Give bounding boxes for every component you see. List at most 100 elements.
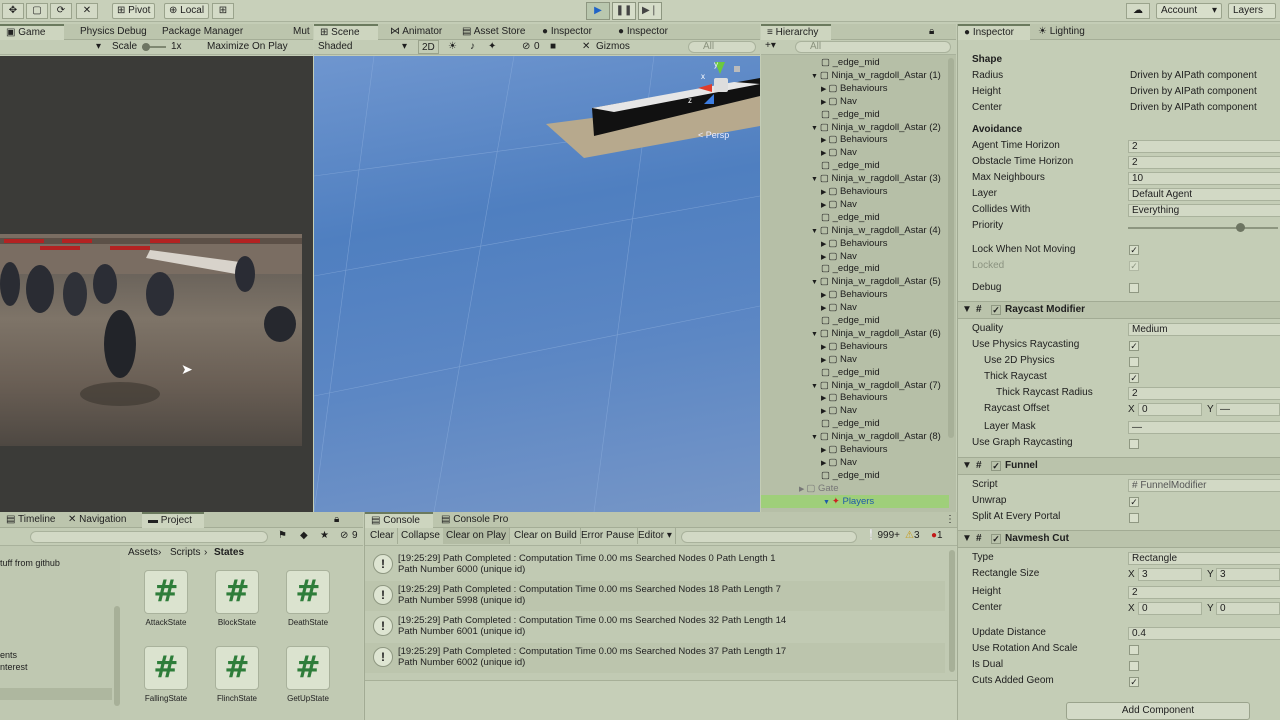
navmesh-height-field[interactable]: 2 bbox=[1128, 586, 1280, 599]
obstacle-time-field[interactable]: 2 bbox=[1128, 156, 1280, 169]
asset-item[interactable]: # BlockState bbox=[207, 570, 267, 627]
tab-scene[interactable]: ⊞ Scene bbox=[314, 24, 378, 40]
console-scrollbar[interactable] bbox=[949, 550, 955, 672]
hierarchy-row[interactable]: ▢ _edge_mid bbox=[821, 159, 880, 172]
filter-type-icon[interactable]: ⚑ bbox=[278, 530, 287, 541]
raycast-modifier-header[interactable]: ▼ # ✓ Raycast Modifier bbox=[958, 301, 1280, 319]
foldout-arrow-icon[interactable]: ▼ bbox=[811, 434, 820, 441]
funnel-header[interactable]: ▼ # ✓ Funnel bbox=[958, 457, 1280, 475]
project-search-input[interactable] bbox=[30, 531, 268, 543]
tab-inspector-2[interactable]: ● Inspector bbox=[612, 24, 674, 40]
hierarchy-row[interactable]: ▶ ▢ Nav bbox=[821, 95, 857, 108]
foldout-arrow-icon[interactable]: ▼ bbox=[811, 176, 820, 183]
hidden-objects-icon[interactable]: ⊘ bbox=[522, 41, 530, 52]
more-options-icon[interactable]: ⋮ bbox=[945, 514, 955, 525]
play-button[interactable]: ▶ bbox=[586, 2, 610, 20]
game-view[interactable]: ➤ bbox=[0, 56, 313, 512]
tab-package-manager[interactable]: Package Manager bbox=[156, 24, 249, 40]
audio-icon[interactable]: ♪ bbox=[470, 41, 475, 52]
hierarchy-scrollbar[interactable] bbox=[948, 58, 954, 438]
clear-on-build-toggle[interactable]: Clear on Build bbox=[511, 528, 581, 544]
hierarchy-row[interactable]: ▢ _edge_mid bbox=[821, 108, 880, 121]
is-dual-checkbox[interactable] bbox=[1129, 661, 1139, 671]
hierarchy-row[interactable]: ▢ _edge_mid bbox=[821, 262, 880, 275]
hierarchy-row[interactable]: ▶ ▢ Gate bbox=[799, 482, 839, 495]
foldout-arrow-icon[interactable]: ▼ bbox=[811, 331, 820, 338]
quality-dropdown[interactable]: Medium bbox=[1128, 323, 1280, 336]
tab-animator[interactable]: ⋈ Animator bbox=[384, 24, 448, 40]
breadcrumb-states[interactable]: States bbox=[214, 547, 244, 558]
hierarchy-row[interactable]: ▢ _edge_mid bbox=[821, 366, 880, 379]
foldout-arrow-icon[interactable]: ▼ bbox=[823, 499, 832, 506]
scene-view[interactable]: y x z < Persp bbox=[314, 56, 760, 512]
lighting-icon[interactable]: ☀ bbox=[448, 41, 457, 52]
shading-dropdown[interactable]: Shaded bbox=[318, 41, 352, 52]
hierarchy-row[interactable]: ▼ ✦ Players bbox=[761, 494, 949, 508]
console-log-entry[interactable]: ! [19:25:29] Path Completed : Computation… bbox=[365, 612, 945, 642]
breadcrumb-assets[interactable]: Assets bbox=[128, 547, 158, 558]
mode-2d-toggle[interactable]: 2D bbox=[418, 40, 439, 54]
hierarchy-row[interactable]: ▼ ▢ Ninja_w_ragdoll_Astar (5) bbox=[811, 275, 941, 288]
tab-console[interactable]: ▤ Console bbox=[365, 512, 433, 528]
hierarchy-row[interactable]: ▶ ▢ Nav bbox=[821, 456, 857, 469]
folder-item[interactable]: tuff from github bbox=[0, 558, 60, 568]
lock-when-not-moving-checkbox[interactable]: ✓ bbox=[1129, 245, 1139, 255]
type-dropdown[interactable]: Rectangle bbox=[1128, 552, 1280, 565]
tab-timeline[interactable]: ▤ Timeline bbox=[0, 512, 61, 528]
hierarchy-row[interactable]: ▢ _edge_mid bbox=[821, 211, 880, 224]
hierarchy-row[interactable]: ▢ _edge_mid bbox=[821, 314, 880, 327]
center-y-field[interactable]: 0 bbox=[1216, 602, 1280, 615]
priority-slider[interactable] bbox=[1128, 227, 1278, 229]
agent-time-field[interactable]: 2 bbox=[1128, 140, 1280, 153]
custom-tool-icon[interactable]: ✕ bbox=[76, 3, 98, 19]
folder-item[interactable]: nterest bbox=[0, 662, 28, 672]
raycast-enabled-checkbox[interactable]: ✓ bbox=[991, 305, 1001, 315]
tab-inspector-1[interactable]: ● Inspector bbox=[536, 24, 598, 40]
use-2d-checkbox[interactable] bbox=[1129, 357, 1139, 367]
step-button[interactable]: ▶❘ bbox=[638, 2, 662, 20]
clear-on-play-toggle[interactable]: Clear on Play bbox=[443, 528, 511, 544]
label-filter-icon[interactable]: ◆ bbox=[300, 530, 308, 541]
asset-grid-scrollbar[interactable] bbox=[354, 568, 360, 716]
rect-x-field[interactable]: 3 bbox=[1138, 568, 1202, 581]
warning-count-toggle[interactable]: ⚠3 bbox=[905, 530, 920, 541]
offset-y-field[interactable]: — bbox=[1216, 403, 1280, 416]
pause-button[interactable]: ❚❚ bbox=[612, 2, 636, 20]
hierarchy-row[interactable]: ▶ ▢ Nav bbox=[821, 301, 857, 314]
hierarchy-search-input[interactable]: All bbox=[795, 41, 951, 53]
account-dropdown[interactable]: Account ▾ bbox=[1156, 3, 1222, 19]
console-log-entry[interactable]: ! [19:25:29] Path Completed : Computation… bbox=[365, 643, 945, 673]
asset-item[interactable]: # DeathState bbox=[278, 570, 338, 627]
foldout-arrow-icon[interactable]: ▼ bbox=[811, 279, 820, 286]
asset-item[interactable]: # GetUpState bbox=[278, 646, 338, 703]
rect-tool-icon[interactable]: ▢ bbox=[26, 3, 48, 19]
pivot-toggle[interactable]: ⊞ Pivot bbox=[112, 3, 156, 19]
persp-label[interactable]: < Persp bbox=[698, 130, 729, 140]
console-log-entry[interactable]: ! [19:25:29] Path Completed : Computation… bbox=[365, 581, 945, 611]
favorite-star-icon[interactable]: ★ bbox=[320, 530, 329, 541]
foldout-arrow-icon[interactable]: ▼ bbox=[811, 228, 820, 235]
hierarchy-row[interactable]: ▶ ▢ Behaviours bbox=[821, 288, 887, 301]
hierarchy-row[interactable]: ▼ ▢ Ninja_w_ragdoll_Astar (4) bbox=[811, 224, 941, 237]
hierarchy-row[interactable]: ▶ ▢ Behaviours bbox=[821, 185, 887, 198]
hierarchy-row[interactable]: ▶ ▢ Behaviours bbox=[821, 133, 887, 146]
hierarchy-row[interactable]: ▼ ▢ Ninja_w_ragdoll_Astar (6) bbox=[811, 327, 941, 340]
console-log-entry[interactable]: ! [19:25:29] Path Completed : Computation… bbox=[365, 550, 945, 580]
foldout-arrow-icon[interactable]: ▼ bbox=[811, 73, 820, 80]
hierarchy-row[interactable]: ▶ ▢ Nav bbox=[821, 146, 857, 159]
move-tool-icon[interactable]: ✥ bbox=[2, 3, 24, 19]
use-rotation-checkbox[interactable] bbox=[1129, 645, 1139, 655]
hierarchy-row[interactable]: ▶ ▢ Behaviours bbox=[821, 443, 887, 456]
tab-console-pro[interactable]: ▤ Console Pro bbox=[435, 512, 514, 528]
update-distance-field[interactable]: 0.4 bbox=[1128, 627, 1280, 640]
foldout-arrow-icon[interactable]: ▼ bbox=[962, 458, 972, 474]
gizmos-dropdown[interactable]: Gizmos bbox=[596, 41, 630, 52]
tab-navigation[interactable]: ✕ Navigation bbox=[62, 512, 132, 528]
tab-physics-debug[interactable]: Physics Debug bbox=[74, 24, 153, 40]
create-plus-icon[interactable]: +▾ bbox=[765, 40, 776, 51]
layer-dropdown[interactable]: Default Agent bbox=[1128, 188, 1280, 201]
error-count-toggle[interactable]: ●1 bbox=[931, 530, 943, 541]
clear-button[interactable]: Clear bbox=[367, 528, 398, 544]
log-count-toggle[interactable]: ❕999+ bbox=[865, 530, 900, 541]
cloud-icon[interactable]: ☁ bbox=[1126, 3, 1150, 19]
